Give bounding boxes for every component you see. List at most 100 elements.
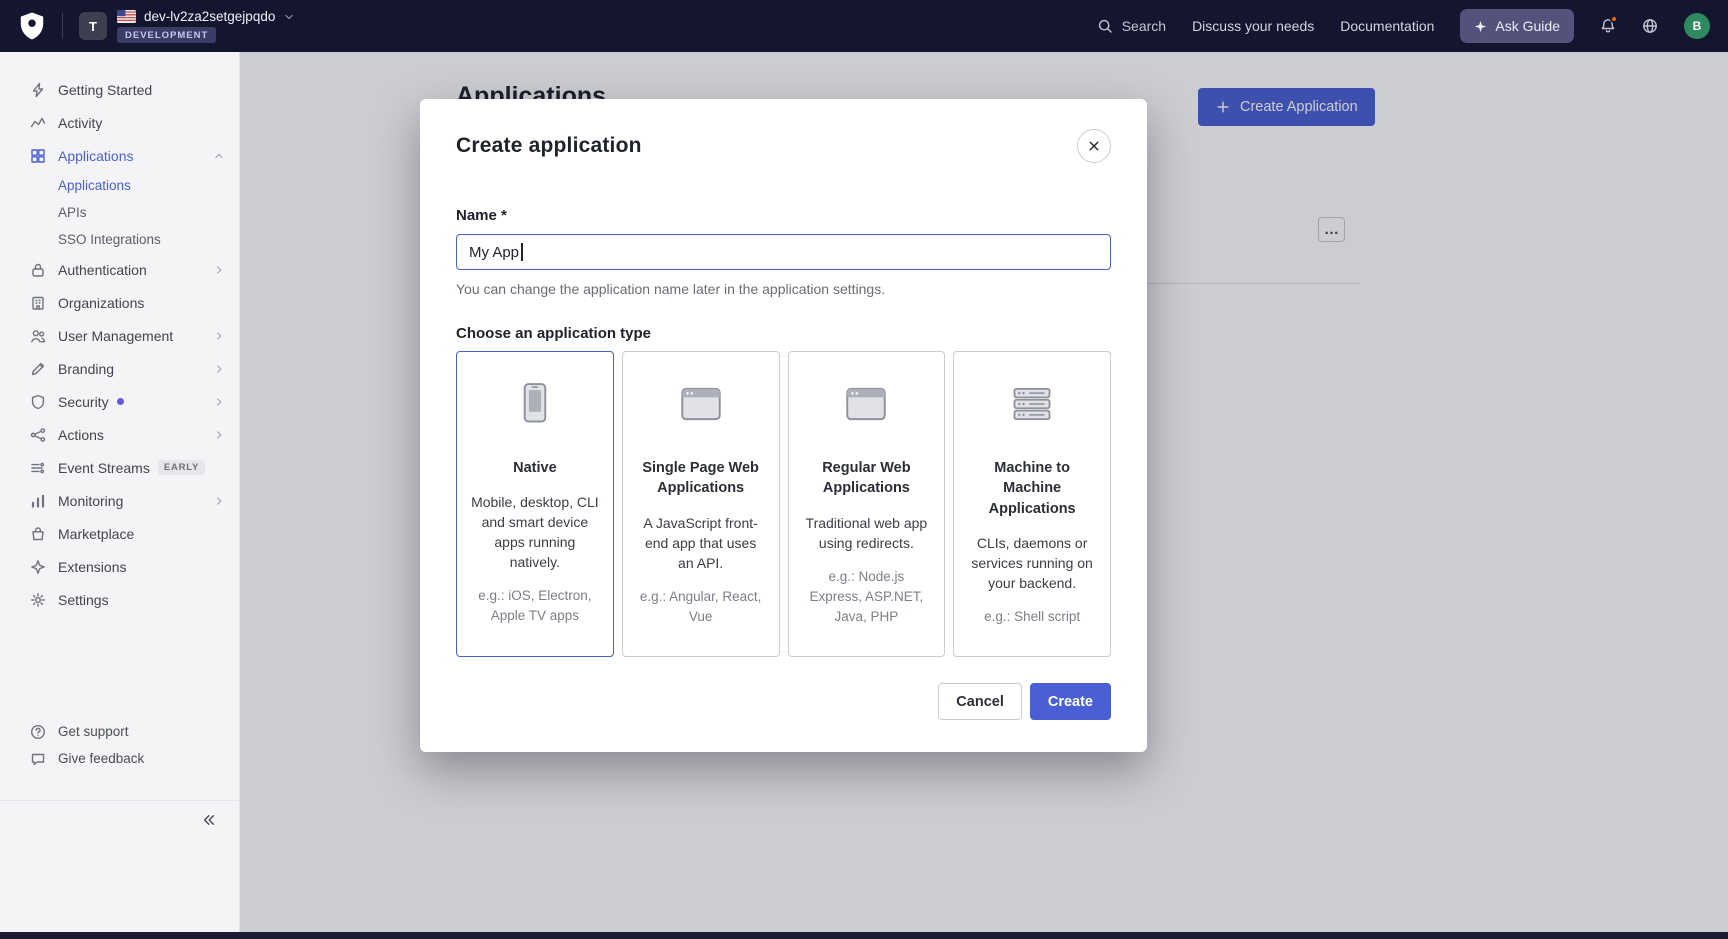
app-type-card-single-page-web-applications[interactable]: Single Page Web Applications A JavaScrip… [622, 351, 780, 657]
collapse-sidebar-button[interactable] [0, 800, 239, 828]
notification-dot [1610, 15, 1618, 23]
search-label: Search [1122, 18, 1166, 34]
flow-icon [30, 427, 46, 443]
sidebar-item-activity[interactable]: Activity [0, 106, 239, 139]
discuss-needs-link[interactable]: Discuss your needs [1192, 18, 1314, 34]
sidebar: Getting Started Activity Applications Ap… [0, 52, 240, 932]
sidebar-subitem-sso-integrations[interactable]: SSO Integrations [0, 226, 239, 253]
create-application-modal: Create application Name * My App You can… [420, 99, 1147, 752]
environment-badge: DEVELOPMENT [117, 27, 216, 43]
cancel-button[interactable]: Cancel [938, 683, 1022, 720]
close-modal-button[interactable] [1077, 129, 1111, 163]
sidebar-subitem-apis[interactable]: APIs [0, 199, 239, 226]
name-help-text: You can change the application name late… [456, 281, 1111, 297]
rocket-icon [30, 82, 46, 98]
sidebar-item-user-management[interactable]: User Management [0, 319, 239, 352]
tenant-avatar: T [79, 12, 107, 40]
sidebar-item-organizations[interactable]: Organizations [0, 286, 239, 319]
topbar-actions: Search Discuss your needs Documentation … [1097, 9, 1710, 43]
sidebar-item-getting-started[interactable]: Getting Started [0, 73, 239, 106]
modal-title: Create application [456, 134, 642, 158]
ask-guide-button[interactable]: Ask Guide [1460, 9, 1574, 43]
bottom-edge [0, 932, 1728, 939]
chevron-down-icon [283, 11, 295, 23]
us-flag-icon [117, 10, 136, 23]
building-icon [30, 295, 46, 311]
sidebar-nav: Getting Started Activity Applications Ap… [0, 52, 239, 616]
tenant-name: dev-lv2za2setgejpqdo [144, 9, 275, 24]
sidebar-item-branding[interactable]: Branding [0, 352, 239, 385]
close-icon [1086, 138, 1102, 154]
chevron-right-icon [213, 264, 225, 276]
sidebar-item-authentication[interactable]: Authentication [0, 253, 239, 286]
sidebar-item-extensions[interactable]: Extensions [0, 550, 239, 583]
get-support-label: Get support [58, 724, 129, 739]
phone-large-icon [470, 372, 601, 436]
notifications-button[interactable] [1600, 18, 1616, 34]
chevrons-left-icon [201, 812, 217, 828]
users-icon [30, 328, 46, 344]
sidebar-item-monitoring[interactable]: Monitoring [0, 484, 239, 517]
sidebar-item-actions[interactable]: Actions [0, 418, 239, 451]
sidebar-item-event-streams[interactable]: Event Streams EARLY [0, 451, 239, 484]
divider [62, 13, 63, 39]
shield-icon [30, 394, 46, 410]
app-type-card-machine-to-machine-applications[interactable]: Machine to Machine Applications CLIs, da… [953, 351, 1111, 657]
app-name-input[interactable]: My App [456, 234, 1111, 270]
give-feedback-label: Give feedback [58, 751, 144, 766]
sidebar-item-applications[interactable]: Applications [0, 139, 239, 172]
app-type-cards: Native Mobile, desktop, CLI and smart de… [456, 351, 1111, 657]
app-type-card-regular-web-applications[interactable]: Regular Web Applications Traditional web… [788, 351, 946, 657]
extensions-icon [30, 559, 46, 575]
lock-icon [30, 262, 46, 278]
name-field-label: Name * [456, 207, 1111, 224]
question-icon [30, 724, 46, 740]
app-name-value: My App [469, 244, 519, 261]
sidebar-footer: Get support Give feedback [0, 718, 239, 772]
chevron-right-icon [213, 429, 225, 441]
gear-icon [30, 592, 46, 608]
ask-guide-label: Ask Guide [1495, 18, 1560, 34]
app-root: T dev-lv2za2setgejpqdo DEVELOPMENT Searc… [0, 0, 1728, 939]
feedback-icon [30, 751, 46, 767]
brush-icon [30, 361, 46, 377]
sparkle-icon [1474, 20, 1487, 33]
sidebar-item-marketplace[interactable]: Marketplace [0, 517, 239, 550]
chevron-right-icon [213, 363, 225, 375]
chevron-right-icon [213, 330, 225, 342]
sidebar-subitem-applications[interactable]: Applications [0, 172, 239, 199]
search-icon [1097, 18, 1113, 34]
monitoring-icon [30, 493, 46, 509]
new-feature-dot [117, 398, 124, 405]
browser-large-icon [636, 372, 766, 436]
user-avatar[interactable]: B [1684, 13, 1710, 39]
create-button[interactable]: Create [1030, 683, 1111, 720]
stream-icon [30, 460, 46, 476]
app-type-label: Choose an application type [456, 325, 1111, 342]
tenant-switcher[interactable]: T dev-lv2za2setgejpqdo DEVELOPMENT [79, 9, 295, 43]
give-feedback-link[interactable]: Give feedback [0, 745, 239, 772]
search-button[interactable]: Search [1097, 18, 1166, 34]
grid-icon [30, 148, 46, 164]
sidebar-subnav: ApplicationsAPIsSSO Integrations [0, 172, 239, 253]
sidebar-item-settings[interactable]: Settings [0, 583, 239, 616]
app-type-card-native[interactable]: Native Mobile, desktop, CLI and smart de… [456, 351, 614, 657]
text-cursor [521, 243, 523, 261]
chevron-right-icon [213, 495, 225, 507]
chevron-right-icon [213, 396, 225, 408]
activity-icon [30, 115, 46, 131]
tenant-meta: dev-lv2za2setgejpqdo DEVELOPMENT [117, 9, 295, 43]
modal-header: Create application [456, 99, 1111, 163]
storefront-icon [30, 526, 46, 542]
auth0-logo[interactable] [18, 11, 46, 41]
chevron-up-icon [213, 150, 225, 162]
browser2-large-icon [802, 372, 932, 436]
globe-icon[interactable] [1642, 18, 1658, 34]
get-support-link[interactable]: Get support [0, 718, 239, 745]
server-large-icon [967, 372, 1097, 436]
sidebar-item-security[interactable]: Security [0, 385, 239, 418]
documentation-link[interactable]: Documentation [1340, 18, 1434, 34]
modal-footer: Cancel Create [456, 683, 1111, 720]
top-nav: T dev-lv2za2setgejpqdo DEVELOPMENT Searc… [0, 0, 1728, 52]
early-badge: EARLY [158, 460, 205, 475]
